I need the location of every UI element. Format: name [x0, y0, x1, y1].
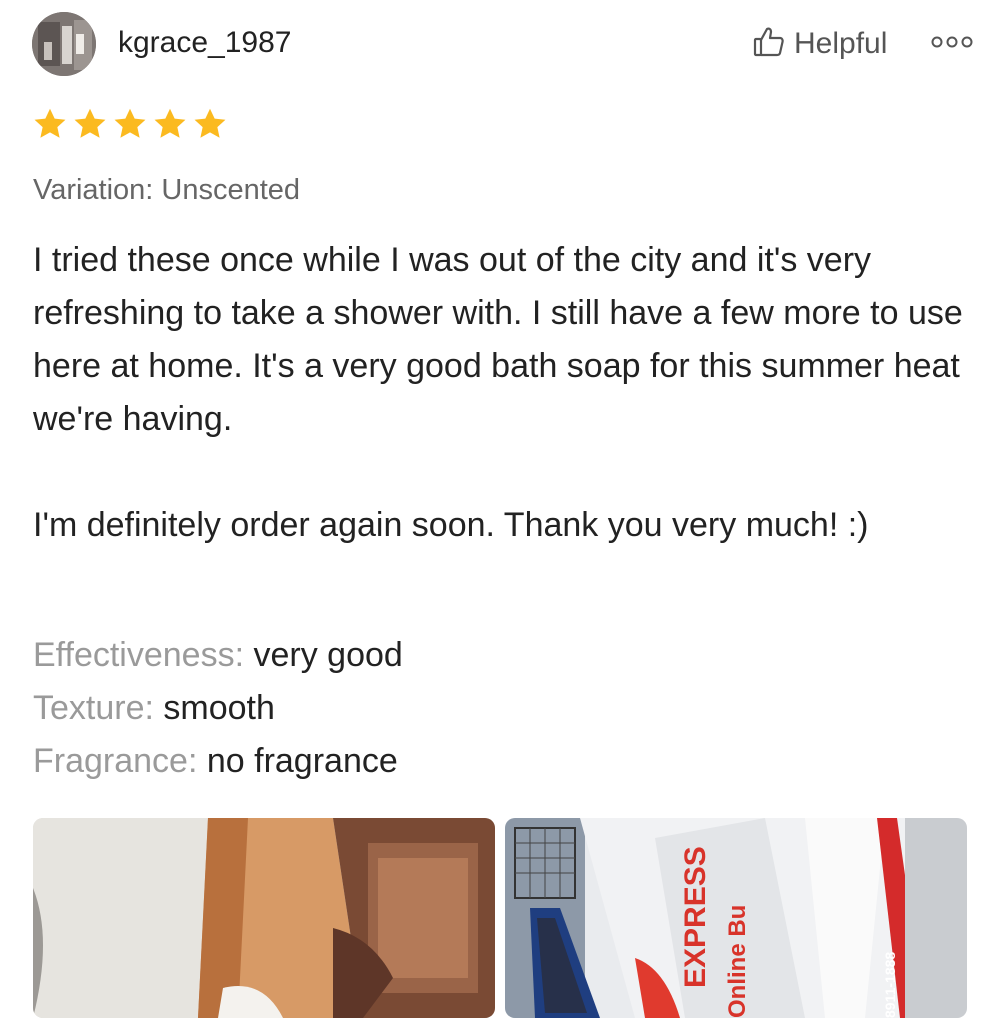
- attribute-row-fragrance: Fragrance: no fragrance: [33, 735, 403, 788]
- star-icon: [74, 108, 106, 138]
- attribute-value: smooth: [163, 689, 275, 727]
- star-icon: [194, 108, 226, 138]
- review-photo-1[interactable]: [33, 818, 495, 1018]
- star-icon: [34, 108, 66, 138]
- bag-print-express: EXPRESS: [679, 846, 712, 988]
- attribute-value: no fragrance: [206, 742, 398, 780]
- review-attributes: Effectiveness: very good Texture: smooth…: [33, 629, 403, 788]
- more-options-button[interactable]: [928, 30, 976, 58]
- attribute-key: Fragrance:: [33, 742, 198, 780]
- variation-label: Variation: Unscented: [33, 174, 301, 206]
- star-icon: [154, 108, 186, 138]
- helpful-label: Helpful: [794, 27, 888, 60]
- thumbs-up-icon: [752, 25, 786, 64]
- more-options-icon: [930, 35, 974, 54]
- attribute-key: Texture:: [33, 689, 154, 727]
- star-icon: [114, 108, 146, 138]
- reviewer-username[interactable]: kgrace_1987: [118, 26, 291, 60]
- helpful-button[interactable]: Helpful: [752, 24, 887, 64]
- review-photo-2[interactable]: EXPRESS Online Bu 8911-1888: [505, 818, 967, 1018]
- attribute-row-effectiveness: Effectiveness: very good: [33, 629, 403, 682]
- review-body: I tried these once while I was out of th…: [33, 234, 973, 552]
- review-paragraph: I tried these once while I was out of th…: [33, 241, 963, 438]
- avatar[interactable]: [32, 12, 96, 76]
- bag-print-number: 8911-1888: [882, 952, 898, 1018]
- review-paragraph: I'm definitely order again soon. Thank y…: [33, 506, 869, 544]
- star-rating: [32, 106, 228, 142]
- review-header: kgrace_1987 Helpful: [0, 0, 1000, 90]
- attribute-row-texture: Texture: smooth: [33, 682, 403, 735]
- attribute-value: very good: [253, 636, 403, 674]
- bag-print-online: Online Bu: [724, 905, 751, 1018]
- attribute-key: Effectiveness:: [33, 636, 245, 674]
